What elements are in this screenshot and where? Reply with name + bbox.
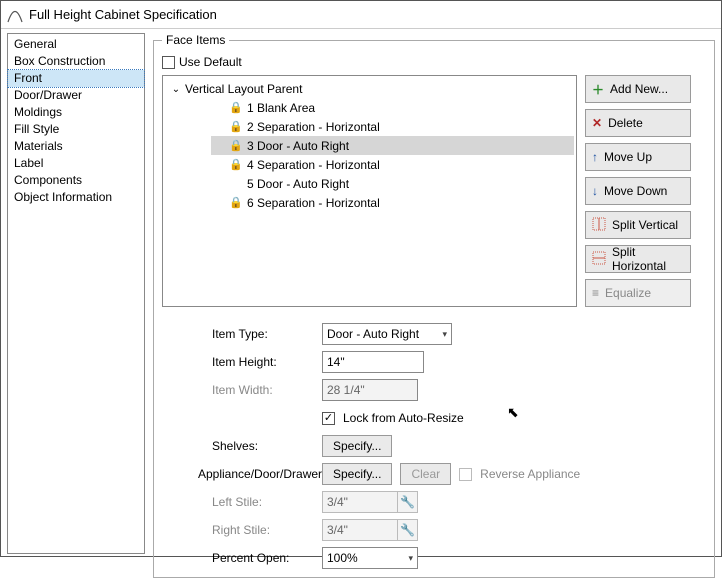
split-horizontal-icon (592, 251, 606, 268)
main-panel: Face Items Use Default ⌄ Vertical Layout… (149, 29, 721, 558)
item-type-select[interactable]: Door - Auto Right ▾ (322, 323, 452, 345)
left-stile-input: 3/4" 🔧 (322, 491, 418, 513)
tree-item-label: 6 Separation - Horizontal (247, 196, 380, 210)
percent-open-select[interactable]: 100% ▾ (322, 547, 418, 569)
item-type-label: Item Type: (162, 327, 322, 341)
lock-icon: 🔒 (229, 196, 241, 209)
equalize-button[interactable]: ≡ Equalize (585, 279, 691, 307)
split-horizontal-button[interactable]: Split Horizontal (585, 245, 691, 273)
tree-item[interactable]: 🔒 2 Separation - Horizontal (211, 117, 574, 136)
x-icon: ✕ (592, 116, 602, 130)
delete-button[interactable]: ✕ Delete (585, 109, 691, 137)
shelves-label: Shelves: (162, 439, 322, 453)
item-type-value: Door - Auto Right (327, 327, 419, 341)
lock-auto-resize-checkbox[interactable]: ✓ (322, 412, 335, 425)
tree-item-label: 1 Blank Area (247, 101, 315, 115)
face-items-legend: Face Items (162, 33, 229, 47)
sidebar-item-moldings[interactable]: Moldings (8, 104, 144, 121)
split-vertical-icon (592, 217, 606, 234)
action-buttons: ＋ Add New... ✕ Delete ↑ Move Up ↓ Move D… (585, 75, 691, 307)
plus-icon: ＋ (592, 81, 604, 98)
item-width-input: 28 1/4" (322, 379, 418, 401)
tree-item-label: 2 Separation - Horizontal (247, 120, 380, 134)
lock-icon: 🔒 (229, 139, 241, 152)
delete-label: Delete (608, 116, 643, 130)
equalize-label: Equalize (605, 286, 651, 300)
move-up-button[interactable]: ↑ Move Up (585, 143, 691, 171)
window-title: Full Height Cabinet Specification (29, 7, 217, 22)
layout-tree[interactable]: ⌄ Vertical Layout Parent 🔒 1 Blank Area … (162, 75, 577, 307)
right-stile-label: Right Stile: (162, 523, 322, 537)
form-area: Item Type: Door - Auto Right ▾ Item Heig… (162, 321, 706, 571)
titlebar: Full Height Cabinet Specification (1, 1, 721, 29)
arrow-up-icon: ↑ (592, 150, 598, 164)
shelves-specify-button[interactable]: Specify... (322, 435, 392, 457)
sidebar-item-fill-style[interactable]: Fill Style (8, 121, 144, 138)
use-default-label: Use Default (179, 55, 242, 69)
percent-open-label: Percent Open: (162, 551, 322, 565)
tree-item-label: 3 Door - Auto Right (247, 139, 349, 153)
appliance-clear-button[interactable]: Clear (400, 463, 451, 485)
move-down-button[interactable]: ↓ Move Down (585, 177, 691, 205)
split-vertical-label: Split Vertical (612, 218, 678, 232)
sidebar-item-materials[interactable]: Materials (8, 138, 144, 155)
sidebar-item-label[interactable]: Label (8, 155, 144, 172)
reverse-appliance-label: Reverse Appliance (480, 467, 580, 481)
tree-item[interactable]: 🔒 4 Separation - Horizontal (211, 155, 574, 174)
tree-item-label: 4 Separation - Horizontal (247, 158, 380, 172)
item-height-input[interactable]: 14" (322, 351, 424, 373)
right-stile-input: 3/4" 🔧 (322, 519, 418, 541)
sidebar-item-box-construction[interactable]: Box Construction (8, 53, 144, 70)
sidebar-item-general[interactable]: General (8, 36, 144, 53)
percent-open-value: 100% (327, 551, 358, 565)
check-icon: ✓ (324, 413, 333, 423)
tree-parent-label: Vertical Layout Parent (185, 82, 302, 96)
equalize-icon: ≡ (592, 286, 599, 300)
move-down-label: Move Down (604, 184, 667, 198)
lock-icon: 🔒 (229, 101, 241, 114)
use-default-checkbox[interactable] (162, 56, 175, 69)
tree-item[interactable]: 🔒 3 Door - Auto Right (211, 136, 574, 155)
arrow-down-icon: ↓ (592, 184, 598, 198)
lock-auto-resize-label: Lock from Auto-Resize (343, 411, 464, 425)
face-items-group: Face Items Use Default ⌄ Vertical Layout… (153, 33, 715, 578)
add-new-button[interactable]: ＋ Add New... (585, 75, 691, 103)
sidebar-item-components[interactable]: Components (8, 172, 144, 189)
right-stile-value: 3/4" (323, 520, 397, 540)
wrench-icon[interactable]: 🔧 (397, 492, 417, 512)
app-icon (7, 7, 23, 23)
left-stile-label: Left Stile: (162, 495, 322, 509)
chevron-down-icon: ▾ (408, 553, 413, 564)
sidebar-item-object-information[interactable]: Object Information (8, 189, 144, 206)
item-width-label: Item Width: (162, 383, 322, 397)
chevron-down-icon: ▾ (442, 329, 447, 340)
move-up-label: Move Up (604, 150, 652, 164)
sidebar-item-door-drawer[interactable]: Door/Drawer (8, 87, 144, 104)
appliance-specify-button[interactable]: Specify... (322, 463, 392, 485)
item-height-label: Item Height: (162, 355, 322, 369)
tree-item[interactable]: 🔒 5 Door - Auto Right (211, 174, 574, 193)
reverse-appliance-checkbox[interactable] (459, 468, 472, 481)
left-stile-value: 3/4" (323, 492, 397, 512)
sidebar: General Box Construction Front Door/Draw… (7, 33, 145, 554)
tree-item-label: 5 Door - Auto Right (247, 177, 349, 191)
wrench-icon[interactable]: 🔧 (397, 520, 417, 540)
split-vertical-button[interactable]: Split Vertical (585, 211, 691, 239)
tree-parent[interactable]: ⌄ Vertical Layout Parent (171, 80, 574, 98)
lock-icon: 🔒 (229, 120, 241, 133)
add-new-label: Add New... (610, 82, 668, 96)
lock-icon: 🔒 (229, 158, 241, 171)
tree-item[interactable]: 🔒 1 Blank Area (211, 98, 574, 117)
appliance-label: Appliance/Door/Drawer: (162, 467, 322, 481)
split-horizontal-label: Split Horizontal (612, 245, 684, 273)
chevron-down-icon: ⌄ (171, 84, 181, 95)
tree-item[interactable]: 🔒 6 Separation - Horizontal (211, 193, 574, 212)
sidebar-item-front[interactable]: Front (8, 70, 144, 87)
